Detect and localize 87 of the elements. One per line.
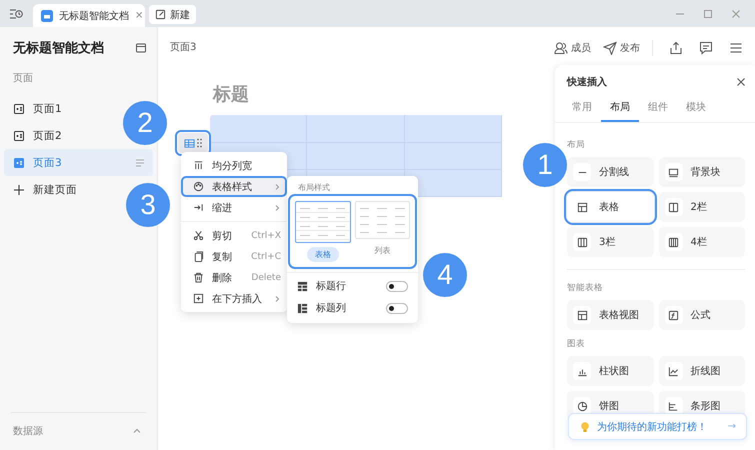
menu-item[interactable]: 均分列宽	[181, 155, 287, 176]
table-icon	[184, 138, 195, 148]
block-icon	[668, 166, 679, 178]
trash-icon	[193, 272, 204, 283]
menu-item[interactable]: 复制 Ctrl+C	[181, 246, 287, 267]
style-option[interactable]: 列表	[354, 201, 410, 262]
menu-item[interactable]: 删除 Delete	[181, 267, 287, 288]
page-item[interactable]: 页面3	[4, 149, 153, 176]
add-icon	[193, 293, 204, 304]
pie-chart-icon	[576, 400, 588, 412]
panel-tab[interactable]: 常用	[563, 95, 601, 122]
step-badge: 4	[423, 253, 467, 297]
list-thumbnail	[354, 201, 410, 239]
insert-option[interactable]: 表格	[567, 192, 654, 222]
page-item[interactable]: 页面2	[4, 122, 64, 149]
section-label: 布局样式	[297, 182, 331, 193]
insert-option[interactable]: 柱状图	[567, 356, 654, 386]
section-label: 智能表格	[567, 282, 603, 294]
panel-title: 快速插入	[567, 76, 607, 89]
header-column-icon	[297, 302, 308, 314]
shortcut-label: Delete	[251, 272, 281, 282]
bar-chart-icon	[668, 400, 679, 412]
document-title: 无标题智能文档	[13, 40, 104, 57]
toggle-switch[interactable]	[386, 302, 408, 314]
insert-option[interactable]: 表格视图	[567, 300, 654, 330]
panel-tab[interactable]: 布局	[601, 95, 639, 122]
page-icon	[13, 156, 25, 168]
indent-icon	[193, 202, 204, 213]
copy-icon	[193, 251, 204, 262]
panel-tab[interactable]: 模块	[677, 95, 715, 122]
columns-icon	[193, 160, 204, 171]
arrow-icon: →	[728, 421, 736, 432]
table-handle[interactable]	[178, 133, 208, 153]
section-label: 图表	[567, 338, 585, 350]
menu-item[interactable]: 剪切 Ctrl+X	[181, 225, 287, 246]
section-label: 页面	[12, 72, 34, 86]
feedback-toast[interactable]: 为你期待的新功能打榜！ →	[568, 413, 747, 440]
panel-tab[interactable]: 组件	[639, 95, 677, 122]
line-chart-icon	[668, 366, 679, 376]
document-tab[interactable]: 无标题智能文档 ×	[33, 4, 145, 27]
plus-icon	[13, 184, 25, 196]
menu-item[interactable]: 缩进	[181, 197, 287, 218]
drag-handle-icon	[197, 138, 202, 148]
close-icon[interactable]	[736, 77, 746, 87]
formula-icon	[668, 310, 679, 320]
insert-option[interactable]: 折线图	[658, 356, 745, 386]
table-thumbnail	[295, 201, 350, 243]
toggle-label: 标题列	[316, 302, 347, 315]
page-item[interactable]: 页面1	[4, 95, 64, 122]
menu-icon[interactable]	[729, 41, 743, 55]
people-icon	[554, 41, 568, 55]
page-icon	[13, 102, 25, 114]
palette-icon	[193, 181, 204, 192]
lightbulb-icon	[579, 420, 591, 432]
insert-option[interactable]: 背景块	[658, 157, 745, 187]
header-row-icon	[297, 280, 308, 292]
insert-option[interactable]: 分割线	[567, 157, 654, 187]
section-label: 布局	[567, 139, 585, 151]
toggle-label: 标题行	[316, 280, 347, 293]
scissors-icon	[193, 230, 204, 241]
page-icon	[13, 130, 25, 142]
insert-option[interactable]: 公式	[658, 300, 745, 330]
breadcrumb[interactable]: 页面3	[170, 40, 196, 54]
close-tab-button[interactable]: ×	[135, 10, 144, 21]
new-tab-button[interactable]: 新建	[149, 5, 196, 24]
step-badge: 1	[523, 143, 567, 187]
banner-text: 为你期待的新功能打榜！	[597, 420, 708, 434]
send-icon	[603, 41, 617, 55]
toggle-switch[interactable]	[386, 280, 408, 292]
edit-icon	[155, 9, 166, 20]
insert-option[interactable]: 4栏	[658, 227, 745, 257]
members-button[interactable]: 成员	[554, 41, 591, 55]
share-icon[interactable]	[669, 41, 683, 55]
shortcut-label: Ctrl+C	[251, 252, 281, 262]
insert-option[interactable]: 2栏	[658, 192, 745, 222]
insert-option[interactable]: 3栏	[567, 227, 654, 257]
panel-icon[interactable]	[135, 42, 147, 54]
new-page-button[interactable]: 新建页面	[4, 176, 79, 203]
history-icon[interactable]	[9, 8, 23, 20]
shortcut-label: Ctrl+X	[251, 230, 281, 240]
menu-item[interactable]: 表格样式	[181, 176, 287, 197]
data-source-label: 数据源	[13, 425, 43, 438]
menu-item[interactable]: 在下方插入	[181, 288, 287, 309]
document-icon	[41, 10, 53, 22]
publish-button[interactable]: 发布	[603, 41, 640, 55]
comment-icon[interactable]	[699, 41, 713, 55]
tab-label: 无标题智能文档	[59, 10, 129, 22]
